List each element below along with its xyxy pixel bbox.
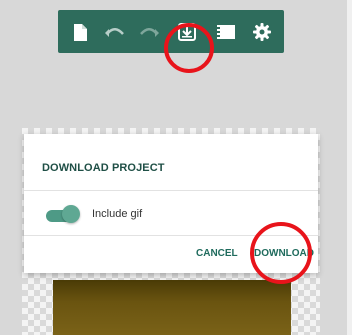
divider [24,235,318,236]
undo-button[interactable] [104,21,126,43]
include-gif-label: Include gif [92,208,143,220]
download-confirm-button[interactable]: DOWNLOAD [254,248,314,259]
page-edge [347,0,352,335]
toolbar [58,10,284,53]
download-icon [178,23,196,41]
undo-icon [105,28,124,37]
new-file-button[interactable] [69,21,91,43]
canvas-artwork [53,280,291,335]
dialog-title: DOWNLOAD PROJECT [42,162,165,174]
file-icon [74,23,87,41]
download-project-dialog: DOWNLOAD PROJECT Include gif CANCEL DOWN… [24,134,318,273]
redo-button[interactable] [138,21,160,43]
settings-button[interactable] [251,21,273,43]
film-button[interactable] [215,21,237,43]
cancel-button[interactable]: CANCEL [196,248,238,259]
film-icon [217,25,235,39]
divider [24,190,318,191]
download-button[interactable] [176,21,198,43]
redo-icon [140,28,159,37]
toggle-thumb[interactable] [62,205,80,223]
gear-icon [253,23,271,41]
